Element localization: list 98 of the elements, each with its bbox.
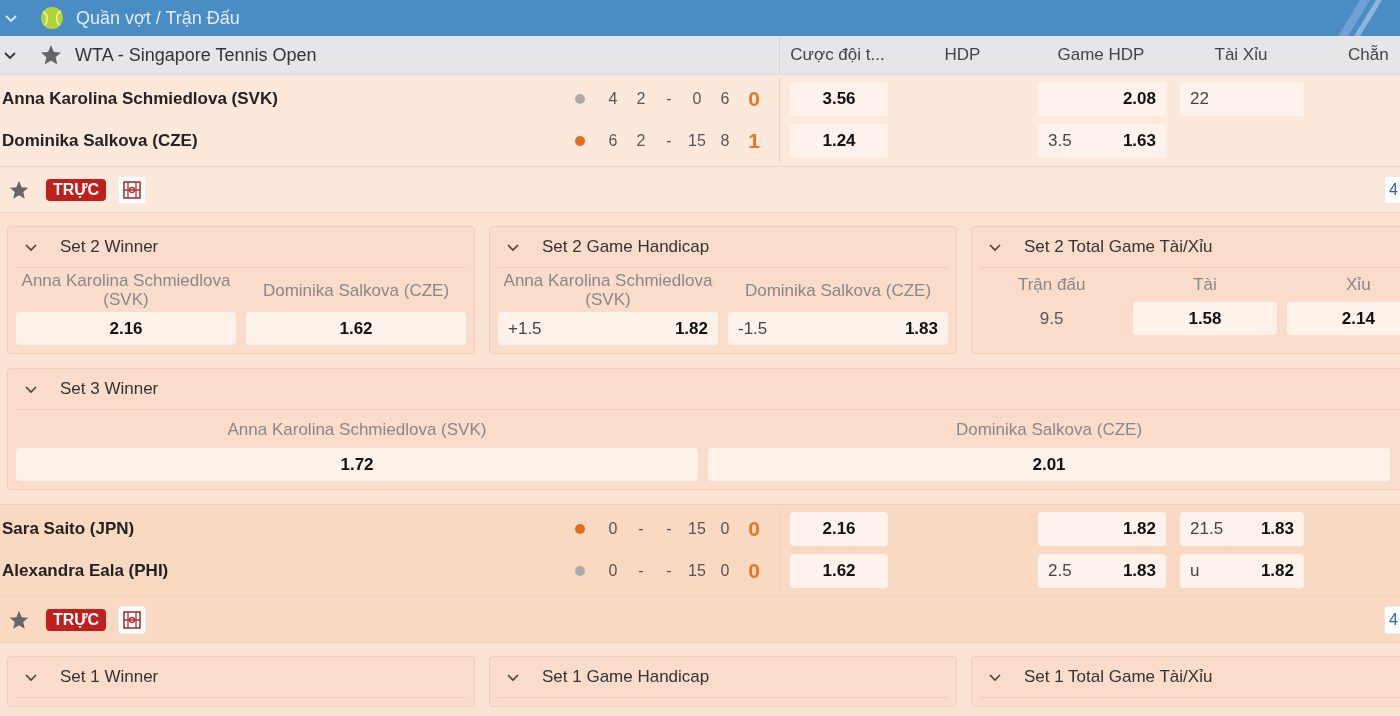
odds-button[interactable]: 1.24 bbox=[790, 124, 888, 158]
selection-label: Dominika Salkova (CZE) bbox=[262, 280, 450, 300]
odds-button[interactable]: 22 bbox=[1180, 82, 1304, 116]
total-line: u bbox=[1190, 561, 1200, 581]
score: - bbox=[665, 520, 673, 538]
score: 0 bbox=[607, 520, 619, 538]
column-label: Trận đấu bbox=[1016, 274, 1087, 296]
total-line: 9.5 bbox=[1038, 308, 1065, 329]
market-title: Set 2 Game Handicap bbox=[542, 237, 710, 257]
column-header: Game HDP bbox=[1056, 45, 1146, 65]
score: - bbox=[665, 90, 673, 108]
odds-value: 1.83 bbox=[1260, 519, 1294, 539]
more-markets-button[interactable]: 4 bbox=[1384, 175, 1400, 204]
score: 4 bbox=[607, 90, 619, 108]
court-icon[interactable] bbox=[118, 605, 147, 634]
odds-value: 1.82 bbox=[1122, 519, 1156, 539]
column-header: Tài Xỉu bbox=[1213, 45, 1269, 65]
market-title: Set 2 Winner bbox=[60, 237, 159, 257]
market-title: Set 3 Winner bbox=[60, 379, 159, 399]
handicap-line: 3.5 bbox=[1048, 131, 1072, 151]
league-name: WTA - Singapore Tennis Open bbox=[75, 44, 317, 66]
court-icon[interactable] bbox=[118, 175, 147, 204]
market-title: Set 2 Total Game Tài/Xỉu bbox=[1024, 237, 1213, 257]
score: 15 bbox=[687, 562, 707, 580]
odds-button[interactable]: 1.62 bbox=[790, 554, 888, 588]
player-name: Sara Saito (JPN) bbox=[2, 519, 135, 539]
score: 2 bbox=[635, 132, 647, 150]
odds-value: 1.83 bbox=[904, 318, 938, 339]
star-icon[interactable] bbox=[39, 43, 63, 67]
score: 15 bbox=[687, 132, 707, 150]
set-score: 0 bbox=[747, 559, 761, 583]
score: 0 bbox=[719, 520, 731, 538]
selection-label: Dominika Salkova (CZE) bbox=[955, 419, 1143, 439]
score: 6 bbox=[719, 90, 731, 108]
odds-value: 1.82 bbox=[1260, 561, 1294, 581]
odds-button[interactable]: 2.14 bbox=[1286, 302, 1400, 335]
odds-button[interactable]: 2.5 1.83 bbox=[1038, 554, 1166, 588]
handicap-line: -1.5 bbox=[738, 318, 768, 339]
odds-button[interactable]: 2.16 bbox=[16, 312, 236, 345]
odds-button[interactable]: 1.58 bbox=[1133, 302, 1277, 335]
selection-label: Anna Karolina Schmiedlova (SVK) bbox=[502, 271, 714, 309]
odds-value: 1.63 bbox=[1122, 131, 1156, 151]
column-label: Tài bbox=[1192, 274, 1218, 296]
score: - bbox=[637, 562, 645, 580]
column-header: Cược đội t... bbox=[789, 45, 886, 65]
odds-button[interactable]: 3.56 bbox=[790, 82, 888, 116]
odds-button[interactable]: +1.5 1.82 bbox=[498, 312, 718, 345]
odds-value: 1.82 bbox=[674, 318, 708, 339]
odds-button[interactable]: 2.01 bbox=[708, 448, 1390, 481]
more-markets-button[interactable]: 4 bbox=[1384, 605, 1400, 634]
market-title: Set 1 Total Game Tài/Xỉu bbox=[1024, 667, 1213, 687]
player-name: Alexandra Eala (PHI) bbox=[2, 561, 169, 581]
score: - bbox=[665, 562, 673, 580]
odds-button[interactable]: 2.08 bbox=[1038, 82, 1166, 116]
live-badge: TRỰC bbox=[46, 608, 107, 631]
selection-label: Dominika Salkova (CZE) bbox=[744, 280, 932, 300]
odds-button[interactable]: 1.82 bbox=[1038, 512, 1166, 546]
set-score: 1 bbox=[747, 129, 761, 153]
column-header: Chẵn bbox=[1347, 45, 1390, 65]
score: - bbox=[665, 132, 673, 150]
odds-button[interactable]: 1.62 bbox=[246, 312, 466, 345]
odds-value: 2.08 bbox=[1122, 89, 1156, 109]
live-badge: TRỰC bbox=[46, 178, 107, 201]
tennis-ball-icon bbox=[40, 6, 64, 30]
player-name: Anna Karolina Schmiedlova (SVK) bbox=[2, 89, 278, 109]
selection-label: Anna Karolina Schmiedlova (SVK) bbox=[20, 271, 232, 309]
odds-button[interactable]: u 1.82 bbox=[1180, 554, 1304, 588]
odds-button[interactable]: -1.5 1.83 bbox=[728, 312, 948, 345]
score: - bbox=[637, 520, 645, 538]
total-line: 22 bbox=[1190, 89, 1209, 109]
handicap-line: +1.5 bbox=[508, 318, 542, 339]
handicap-line: 2.5 bbox=[1048, 561, 1072, 581]
player-name: Dominika Salkova (CZE) bbox=[2, 131, 198, 151]
score: 8 bbox=[719, 132, 731, 150]
column-header: HDP bbox=[943, 45, 982, 65]
score: 0 bbox=[691, 90, 703, 108]
odds-button[interactable]: 21.5 1.83 bbox=[1180, 512, 1304, 546]
odds-value: 1.72 bbox=[340, 454, 374, 475]
odds-value: 2.16 bbox=[109, 318, 143, 339]
score: 6 bbox=[607, 132, 619, 150]
sport-title: Quần vợt / Trận Đấu bbox=[76, 7, 240, 29]
odds-value: 2.01 bbox=[1032, 454, 1066, 475]
score: 15 bbox=[687, 520, 707, 538]
odds-value: 1.83 bbox=[1122, 561, 1156, 581]
odds-button[interactable]: 3.5 1.63 bbox=[1038, 124, 1166, 158]
odds-button[interactable]: 2.16 bbox=[790, 512, 888, 546]
column-label: Xỉu bbox=[1345, 274, 1372, 296]
set-score: 0 bbox=[747, 87, 761, 111]
score: 0 bbox=[607, 562, 619, 580]
odds-value: 1.62 bbox=[339, 318, 373, 339]
market-title: Set 1 Game Handicap bbox=[542, 667, 710, 687]
set-score: 0 bbox=[747, 517, 761, 541]
odds-button[interactable]: 1.72 bbox=[16, 448, 698, 481]
score: 2 bbox=[635, 90, 647, 108]
score: 0 bbox=[719, 562, 731, 580]
selection-label: Anna Karolina Schmiedlova (SVK) bbox=[227, 419, 487, 439]
total-line: 21.5 bbox=[1190, 519, 1224, 539]
market-title: Set 1 Winner bbox=[60, 667, 159, 687]
